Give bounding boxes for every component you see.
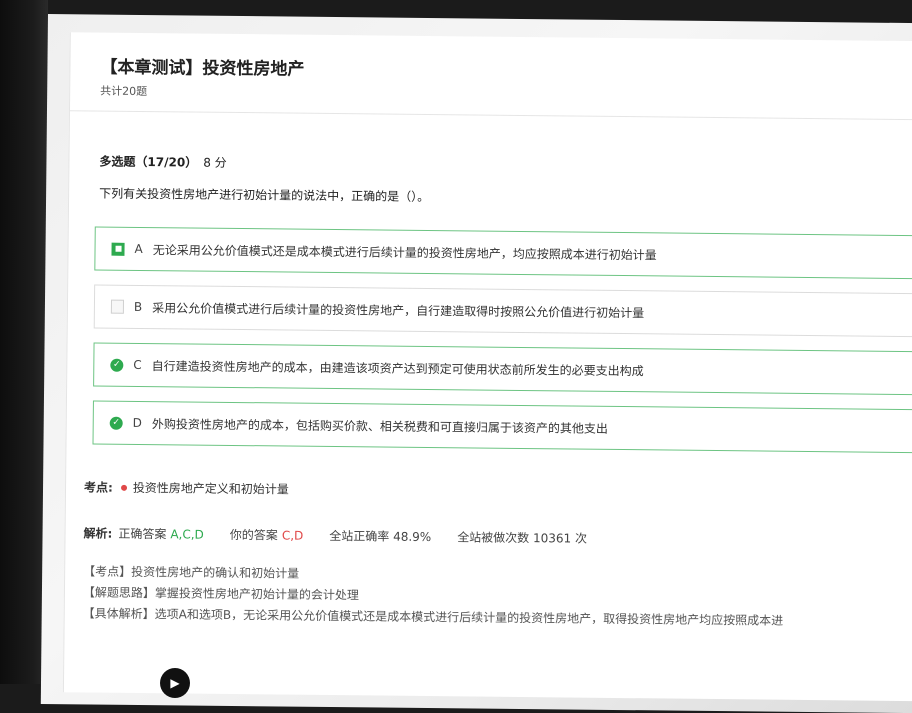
attempt-count: 全站被做次数 10361 次 — [457, 530, 588, 546]
option-letter: D — [132, 415, 143, 431]
correct-answer-label: 正确答案 — [118, 526, 167, 542]
screen: 【本章测试】投资性房地产 共计20题 多选题（17/20） 8 分 下列有关投资性… — [40, 14, 912, 713]
question-type-label: 多选题（17/20） — [99, 154, 198, 170]
option-d[interactable]: ✓ D 外购投资性房地产的成本，包括购买价款、相关税费和可直接归属于该资产的其他… — [92, 400, 912, 454]
play-icon[interactable]: ▶ — [160, 668, 190, 698]
check-circle-icon: ✓ — [110, 358, 124, 372]
your-answer-value: C,D — [281, 527, 304, 543]
option-text: 无论采用公允价值模式还是成本模式进行后续计量的投资性房地产，均应按照成本进行初始… — [152, 242, 657, 262]
correct-answer-value: A,C,D — [170, 526, 204, 542]
question-stem: 下列有关投资性房地产进行初始计量的说法中，正确的是（）。 — [99, 186, 430, 205]
your-answer-label: 你的答案 — [229, 527, 278, 543]
analysis-label: 解析: — [83, 526, 113, 541]
analysis-detail-explanation: 【具体解析】选项A和选项B，无论采用公允价值模式还是成本模式进行后续计量的投资性… — [82, 606, 784, 628]
knowledge-point-label: 考点: — [83, 480, 113, 495]
page-title: 【本章测试】投资性房地产 — [100, 57, 305, 80]
option-c[interactable]: ✓ C 自行建造投资性房地产的成本，由建造该项资产达到预定可使用状态前所发生的必… — [93, 342, 912, 396]
quiz-card: 【本章测试】投资性房地产 共计20题 多选题（17/20） 8 分 下列有关投资性… — [62, 32, 912, 702]
knowledge-point: 考点: 投资性房地产定义和初始计量 — [84, 478, 289, 497]
accuracy-rate: 全站正确率 48.9% — [329, 528, 432, 545]
option-letter: C — [133, 357, 142, 373]
monitor-bezel — [0, 0, 48, 684]
question-type: 多选题（17/20） 8 分 — [99, 153, 226, 171]
question-count: 共计20题 — [100, 84, 148, 99]
checkbox-checked-icon — [111, 242, 125, 256]
option-a[interactable]: A 无论采用公允价值模式还是成本模式进行后续计量的投资性房地产，均应按照成本进行… — [94, 226, 912, 280]
knowledge-point-value[interactable]: 投资性房地产定义和初始计量 — [133, 479, 289, 498]
check-circle-icon: ✓ — [109, 416, 123, 430]
option-text: 外购投资性房地产的成本，包括购买价款、相关税费和可直接归属于该资产的其他支出 — [151, 416, 609, 436]
red-dot-icon — [120, 484, 127, 491]
analysis-summary: 解析: 正确答案 A,C,D 你的答案 C,D 全站正确率 48.9% 全站被做… — [83, 524, 587, 546]
option-text: 采用公允价值模式进行后续计量的投资性房地产，自行建造取得时按照公允价值进行初始计… — [152, 300, 645, 320]
analysis-detail-point: 【考点】投资性房地产的确认和初始计量 — [83, 564, 300, 581]
quiz-header: 【本章测试】投资性房地产 共计20题 — [69, 32, 912, 121]
option-b[interactable]: B 采用公允价值模式进行后续计量的投资性房地产，自行建造取得时按照公允价值进行初… — [93, 284, 912, 338]
option-text: 自行建造投资性房地产的成本，由建造该项资产达到预定可使用状态前所发生的必要支出构… — [151, 358, 644, 378]
analysis-detail-approach: 【解题思路】掌握投资性房地产初始计量的会计处理 — [82, 585, 360, 603]
question-score: 8 分 — [203, 155, 227, 170]
option-letter: A — [134, 241, 143, 257]
option-letter: B — [133, 299, 143, 315]
checkbox-empty-icon — [110, 299, 125, 314]
